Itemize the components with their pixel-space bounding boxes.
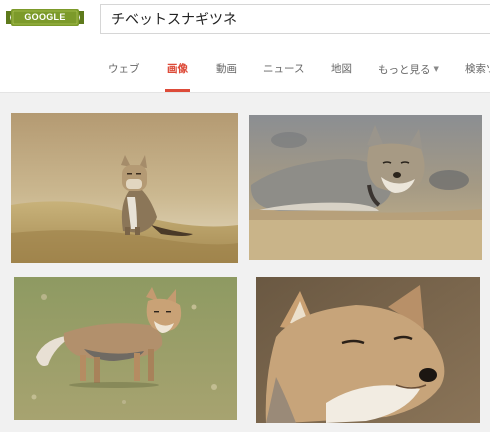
fox-face-closeup-photo xyxy=(256,277,480,423)
tab-search-tools[interactable]: 検索ツ xyxy=(465,56,490,92)
tab-more-label: もっと見る xyxy=(378,64,431,76)
dropdown-caret-icon: ▼ xyxy=(433,65,439,73)
image-result[interactable] xyxy=(249,115,482,260)
tab-images[interactable]: 画像 xyxy=(165,56,190,92)
fox-lying-photo xyxy=(249,115,482,260)
logo-text: GOOGLE xyxy=(24,12,66,22)
search-input[interactable] xyxy=(100,4,490,34)
tab-web[interactable]: ウェブ xyxy=(108,56,140,92)
tab-news[interactable]: ニュース xyxy=(263,56,304,92)
top-bar: GOOGLE ウェブ 画像 動画 ニュース 地図 もっと見る▼ 検索ツ xyxy=(0,0,490,93)
image-result[interactable] xyxy=(11,113,238,263)
fox-sitting-photo xyxy=(11,113,238,263)
tab-more[interactable]: もっと見る ▼ xyxy=(378,56,439,92)
image-result[interactable] xyxy=(256,277,480,423)
search-tabs: ウェブ 画像 動画 ニュース 地図 もっと見る▼ 検索ツ xyxy=(0,56,490,92)
tab-maps[interactable]: 地図 xyxy=(331,56,352,92)
google-logo[interactable]: GOOGLE xyxy=(6,9,84,26)
image-result[interactable] xyxy=(14,277,237,420)
tab-videos[interactable]: 動画 xyxy=(216,56,237,92)
fox-standing-photo xyxy=(14,277,237,420)
